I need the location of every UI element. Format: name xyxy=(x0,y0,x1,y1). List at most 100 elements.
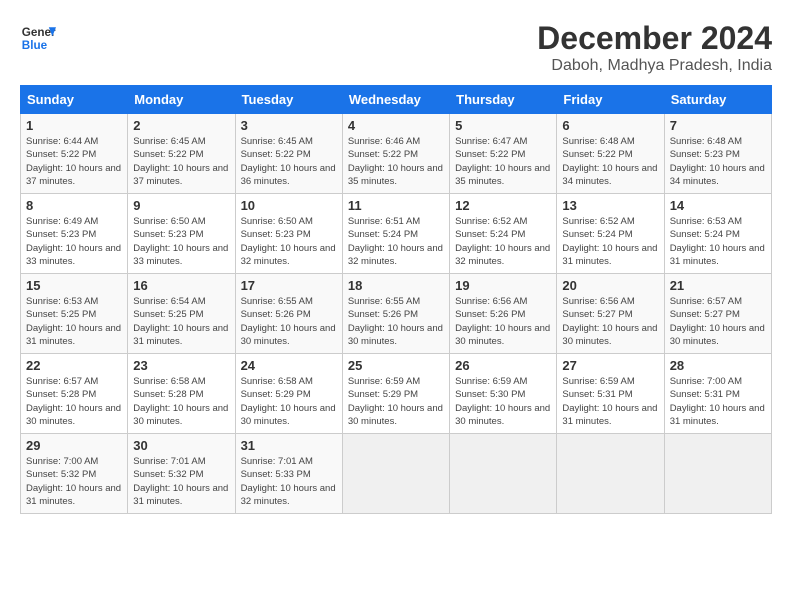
day-info: Sunrise: 6:44 AMSunset: 5:22 PMDaylight:… xyxy=(26,135,122,188)
table-row: 2Sunrise: 6:45 AMSunset: 5:22 PMDaylight… xyxy=(128,114,235,194)
day-number: 31 xyxy=(241,438,337,453)
day-info: Sunrise: 6:46 AMSunset: 5:22 PMDaylight:… xyxy=(348,135,444,188)
day-number: 4 xyxy=(348,118,444,133)
day-info: Sunrise: 6:58 AMSunset: 5:29 PMDaylight:… xyxy=(241,375,337,428)
table-row: 14Sunrise: 6:53 AMSunset: 5:24 PMDayligh… xyxy=(664,194,771,274)
day-number: 19 xyxy=(455,278,551,293)
day-number: 10 xyxy=(241,198,337,213)
table-row: 5 Sunrise: 6:47 AMSunset: 5:22 PMDaylight… xyxy=(450,114,557,194)
day-info: Sunrise: 6:57 AMSunset: 5:28 PMDaylight:… xyxy=(26,375,122,428)
table-row: 16 Sunrise: 6:54 AMSunset: 5:25 PMDayligh… xyxy=(128,274,235,354)
day-number: 11 xyxy=(348,198,444,213)
table-row: 19 Sunrise: 6:56 AMSunset: 5:26 PMDayligh… xyxy=(450,274,557,354)
table-row: 4 Sunrise: 6:46 AMSunset: 5:22 PMDaylight… xyxy=(342,114,449,194)
table-row: 10 Sunrise: 6:50 AMSunset: 5:23 PMDayligh… xyxy=(235,194,342,274)
day-info: Sunrise: 6:59 AMSunset: 5:31 PMDaylight:… xyxy=(562,375,658,428)
day-number: 6 xyxy=(562,118,658,133)
header-wednesday: Wednesday xyxy=(342,86,449,114)
day-number: 20 xyxy=(562,278,658,293)
table-row: 26 Sunrise: 6:59 AMSunset: 5:30 PMDayligh… xyxy=(450,354,557,434)
table-row xyxy=(664,434,771,514)
day-info: Sunrise: 6:54 AMSunset: 5:25 PMDaylight:… xyxy=(133,295,229,348)
day-number: 17 xyxy=(241,278,337,293)
day-info: Sunrise: 6:53 AMSunset: 5:24 PMDaylight:… xyxy=(670,215,766,268)
day-info: Sunrise: 6:55 AMSunset: 5:26 PMDaylight:… xyxy=(241,295,337,348)
table-row: 15 Sunrise: 6:53 AMSunset: 5:25 PMDayligh… xyxy=(21,274,128,354)
day-number: 18 xyxy=(348,278,444,293)
day-number: 21 xyxy=(670,278,766,293)
day-info: Sunrise: 6:47 AMSunset: 5:22 PMDaylight:… xyxy=(455,135,551,188)
day-info: Sunrise: 6:59 AMSunset: 5:29 PMDaylight:… xyxy=(348,375,444,428)
header-thursday: Thursday xyxy=(450,86,557,114)
page-header: General Blue December 2024 Daboh, Madhya… xyxy=(20,20,772,75)
day-number: 9 xyxy=(133,198,229,213)
table-row: 31 Sunrise: 7:01 AMSunset: 5:33 PMDayligh… xyxy=(235,434,342,514)
table-row: 29Sunrise: 7:00 AMSunset: 5:32 PMDayligh… xyxy=(21,434,128,514)
day-number: 1 xyxy=(26,118,122,133)
day-number: 30 xyxy=(133,438,229,453)
day-number: 7 xyxy=(670,118,766,133)
day-info: Sunrise: 6:50 AMSunset: 5:23 PMDaylight:… xyxy=(241,215,337,268)
day-info: Sunrise: 7:01 AMSunset: 5:32 PMDaylight:… xyxy=(133,455,229,508)
day-number: 8 xyxy=(26,198,122,213)
calendar-header-row: Sunday Monday Tuesday Wednesday Thursday… xyxy=(21,86,772,114)
day-number: 15 xyxy=(26,278,122,293)
day-number: 12 xyxy=(455,198,551,213)
title-section: December 2024 Daboh, Madhya Pradesh, Ind… xyxy=(537,20,772,75)
logo-icon: General Blue xyxy=(20,20,56,56)
table-row: 25Sunrise: 6:59 AMSunset: 5:29 PMDayligh… xyxy=(342,354,449,434)
table-row: 12Sunrise: 6:52 AMSunset: 5:24 PMDayligh… xyxy=(450,194,557,274)
day-number: 27 xyxy=(562,358,658,373)
day-number: 5 xyxy=(455,118,551,133)
table-row: 8 Sunrise: 6:49 AMSunset: 5:23 PMDaylight… xyxy=(21,194,128,274)
header-tuesday: Tuesday xyxy=(235,86,342,114)
calendar-week-row: 15 Sunrise: 6:53 AMSunset: 5:25 PMDayligh… xyxy=(21,274,772,354)
table-row: 22 Sunrise: 6:57 AMSunset: 5:28 PMDayligh… xyxy=(21,354,128,434)
table-row: 21 Sunrise: 6:57 AMSunset: 5:27 PMDayligh… xyxy=(664,274,771,354)
table-row: 18Sunrise: 6:55 AMSunset: 5:26 PMDayligh… xyxy=(342,274,449,354)
table-row xyxy=(450,434,557,514)
table-row: 17 Sunrise: 6:55 AMSunset: 5:26 PMDayligh… xyxy=(235,274,342,354)
table-row: 3 Sunrise: 6:45 AMSunset: 5:22 PMDaylight… xyxy=(235,114,342,194)
table-row: 24 Sunrise: 6:58 AMSunset: 5:29 PMDayligh… xyxy=(235,354,342,434)
day-number: 23 xyxy=(133,358,229,373)
table-row xyxy=(342,434,449,514)
day-info: Sunrise: 6:50 AMSunset: 5:23 PMDaylight:… xyxy=(133,215,229,268)
day-info: Sunrise: 6:52 AMSunset: 5:24 PMDaylight:… xyxy=(562,215,658,268)
header-sunday: Sunday xyxy=(21,86,128,114)
day-info: Sunrise: 7:01 AMSunset: 5:33 PMDaylight:… xyxy=(241,455,337,508)
day-number: 13 xyxy=(562,198,658,213)
calendar-week-row: 8 Sunrise: 6:49 AMSunset: 5:23 PMDaylight… xyxy=(21,194,772,274)
calendar-week-row: 29Sunrise: 7:00 AMSunset: 5:32 PMDayligh… xyxy=(21,434,772,514)
table-row: 20 Sunrise: 6:56 AMSunset: 5:27 PMDayligh… xyxy=(557,274,664,354)
day-info: Sunrise: 6:58 AMSunset: 5:28 PMDaylight:… xyxy=(133,375,229,428)
table-row: 13 Sunrise: 6:52 AMSunset: 5:24 PMDayligh… xyxy=(557,194,664,274)
calendar-week-row: 1 Sunrise: 6:44 AMSunset: 5:22 PMDaylight… xyxy=(21,114,772,194)
day-info: Sunrise: 6:56 AMSunset: 5:27 PMDaylight:… xyxy=(562,295,658,348)
svg-text:Blue: Blue xyxy=(22,39,48,52)
day-info: Sunrise: 6:59 AMSunset: 5:30 PMDaylight:… xyxy=(455,375,551,428)
day-number: 28 xyxy=(670,358,766,373)
calendar-table: Sunday Monday Tuesday Wednesday Thursday… xyxy=(20,85,772,514)
day-info: Sunrise: 6:56 AMSunset: 5:26 PMDaylight:… xyxy=(455,295,551,348)
day-number: 26 xyxy=(455,358,551,373)
table-row: 27 Sunrise: 6:59 AMSunset: 5:31 PMDayligh… xyxy=(557,354,664,434)
day-info: Sunrise: 6:48 AMSunset: 5:23 PMDaylight:… xyxy=(670,135,766,188)
day-number: 3 xyxy=(241,118,337,133)
day-info: Sunrise: 6:49 AMSunset: 5:23 PMDaylight:… xyxy=(26,215,122,268)
location-title: Daboh, Madhya Pradesh, India xyxy=(537,57,772,75)
day-info: Sunrise: 6:45 AMSunset: 5:22 PMDaylight:… xyxy=(133,135,229,188)
day-info: Sunrise: 6:53 AMSunset: 5:25 PMDaylight:… xyxy=(26,295,122,348)
day-info: Sunrise: 6:57 AMSunset: 5:27 PMDaylight:… xyxy=(670,295,766,348)
calendar-week-row: 22 Sunrise: 6:57 AMSunset: 5:28 PMDayligh… xyxy=(21,354,772,434)
day-number: 22 xyxy=(26,358,122,373)
table-row: 1 Sunrise: 6:44 AMSunset: 5:22 PMDaylight… xyxy=(21,114,128,194)
day-info: Sunrise: 7:00 AMSunset: 5:31 PMDaylight:… xyxy=(670,375,766,428)
table-row xyxy=(557,434,664,514)
header-saturday: Saturday xyxy=(664,86,771,114)
day-number: 24 xyxy=(241,358,337,373)
day-info: Sunrise: 6:45 AMSunset: 5:22 PMDaylight:… xyxy=(241,135,337,188)
table-row: 6Sunrise: 6:48 AMSunset: 5:22 PMDaylight… xyxy=(557,114,664,194)
table-row: 30 Sunrise: 7:01 AMSunset: 5:32 PMDayligh… xyxy=(128,434,235,514)
day-number: 16 xyxy=(133,278,229,293)
